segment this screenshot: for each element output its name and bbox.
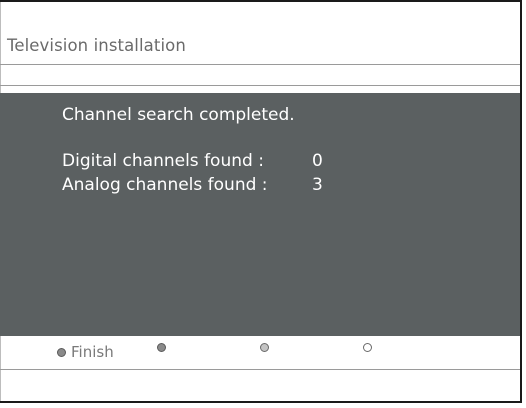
digital-channels-count: 0 <box>312 151 323 171</box>
divider <box>0 85 520 86</box>
divider <box>0 64 520 65</box>
yellow-key-icon <box>260 343 269 352</box>
color-key-bar: Finish <box>0 343 520 363</box>
divider <box>0 369 520 370</box>
yellow-key-button[interactable] <box>260 343 269 352</box>
finish-button[interactable]: Finish <box>57 343 114 361</box>
analog-channels-count: 3 <box>312 175 323 195</box>
green-key-icon <box>157 343 166 352</box>
green-key-button[interactable] <box>157 343 166 352</box>
finish-label: Finish <box>71 343 114 361</box>
digital-channels-label: Digital channels found : <box>62 151 264 171</box>
search-status-message: Channel search completed. <box>62 105 295 125</box>
analog-channels-label: Analog channels found : <box>62 175 268 195</box>
page-title: Television installation <box>7 36 186 55</box>
blue-key-icon <box>363 343 372 352</box>
results-panel: Channel search completed. Digital channe… <box>0 93 520 336</box>
red-key-icon <box>57 347 66 357</box>
blue-key-button[interactable] <box>363 343 372 352</box>
